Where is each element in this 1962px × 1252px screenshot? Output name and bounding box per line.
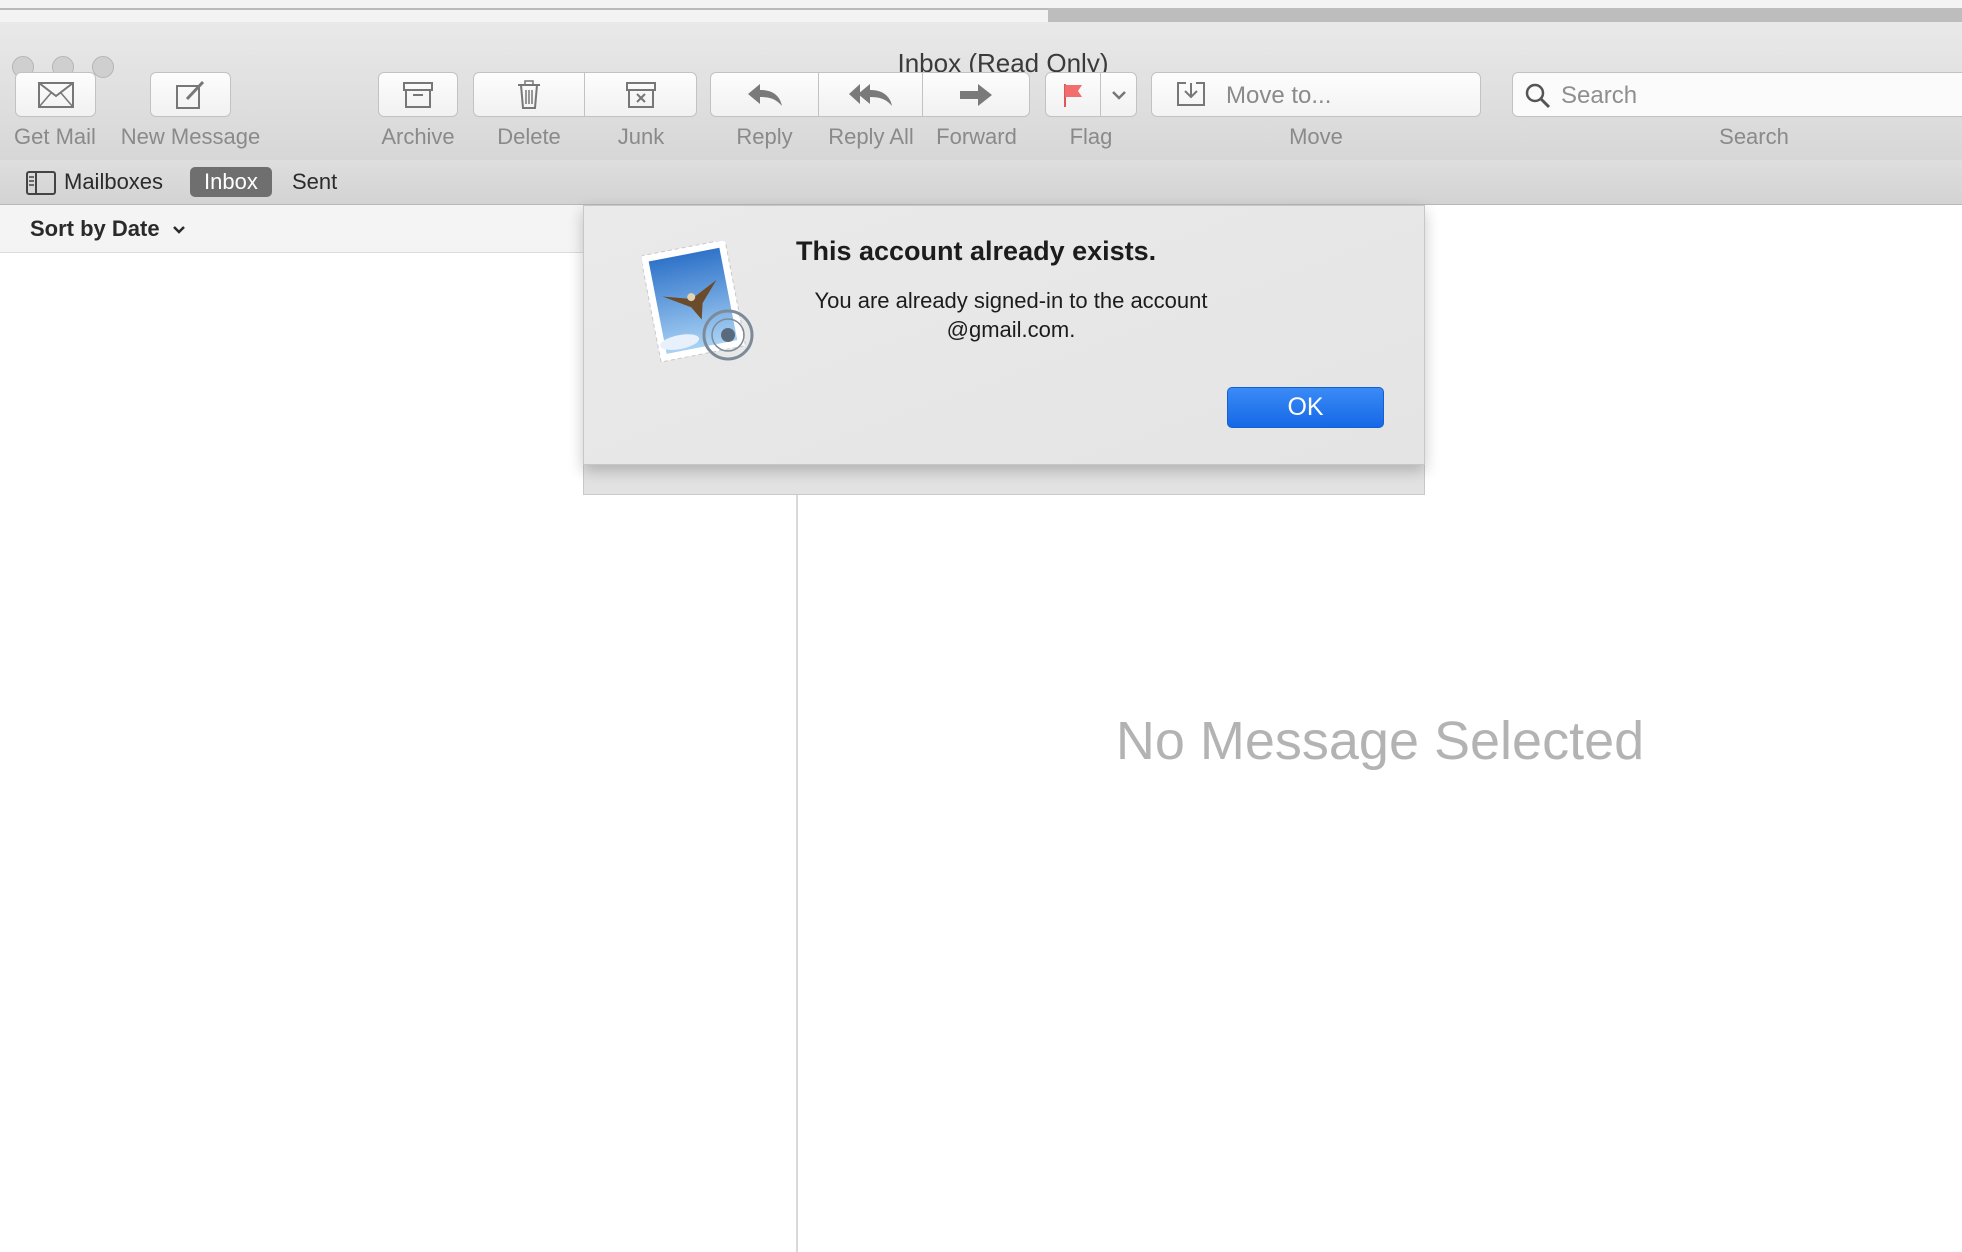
favorites-sent[interactable]: Sent xyxy=(292,167,337,197)
search-field[interactable]: Search xyxy=(1512,72,1962,117)
delete-button[interactable] xyxy=(473,72,585,117)
forward-arrow-icon xyxy=(960,83,992,106)
junk-box-icon xyxy=(625,81,656,108)
move-tray-icon xyxy=(1177,82,1205,106)
forward-button[interactable] xyxy=(923,72,1030,117)
move-label: Move xyxy=(1289,124,1343,149)
favorites-inbox[interactable]: Inbox xyxy=(190,167,272,197)
sort-by-date-button[interactable]: Sort by Date xyxy=(30,216,186,242)
delete-label: Delete xyxy=(497,124,561,149)
move-to-placeholder: Move to... xyxy=(1226,82,1332,109)
tab-background xyxy=(1048,8,1962,22)
archive-label: Archive xyxy=(381,124,455,149)
chevron-down-icon xyxy=(1111,90,1126,100)
dialog-title: This account already exists. xyxy=(796,236,1157,266)
flag-label: Flag xyxy=(1069,124,1113,149)
forward-label: Forward xyxy=(936,124,1017,149)
dialog-message: You are already signed-in to the account… xyxy=(814,288,1208,342)
reply-arrow-icon xyxy=(747,83,782,106)
search-placeholder: Search xyxy=(1561,82,1638,109)
reply-button[interactable] xyxy=(710,72,819,117)
archive-box-icon xyxy=(403,81,433,108)
favorites-bar: Mailboxes Inbox Sent xyxy=(0,160,1962,205)
trash-icon xyxy=(518,79,540,109)
junk-label: Junk xyxy=(617,124,665,149)
compose-icon xyxy=(175,80,204,109)
search-icon xyxy=(1525,83,1551,109)
top-strip xyxy=(0,0,1962,22)
flag-button[interactable] xyxy=(1045,72,1101,117)
envelope-icon xyxy=(37,81,74,108)
flag-menu-button[interactable] xyxy=(1101,72,1137,117)
reply-all-button[interactable] xyxy=(819,72,923,117)
flag-icon xyxy=(1064,83,1082,107)
reply-all-label: Reply All xyxy=(828,124,914,149)
mail-stamp-icon xyxy=(642,241,754,363)
no-message-selected: No Message Selected xyxy=(1115,711,1645,771)
get-mail-label: Get Mail xyxy=(14,124,96,149)
window-titlebar: Inbox (Read Only) Get Mail New Message A… xyxy=(0,22,1962,161)
move-to-button[interactable]: Move to... xyxy=(1151,72,1481,117)
chevron-down-icon xyxy=(172,226,185,234)
sidebar-toggle-icon[interactable] xyxy=(26,171,56,195)
sort-label: Sort by Date xyxy=(30,216,160,241)
reply-label: Reply xyxy=(736,124,793,149)
get-mail-button[interactable] xyxy=(15,72,96,117)
archive-button[interactable] xyxy=(378,72,458,117)
ok-button[interactable]: OK xyxy=(1227,387,1384,428)
junk-button[interactable] xyxy=(585,72,697,117)
favorites-mailboxes[interactable]: Mailboxes xyxy=(64,167,163,197)
tab-divider xyxy=(0,8,1048,10)
new-message-label: New Message xyxy=(120,124,261,149)
account-exists-dialog: This account already exists. You are alr… xyxy=(583,205,1425,465)
search-label: Search xyxy=(1719,124,1789,149)
new-message-button[interactable] xyxy=(150,72,231,117)
reply-all-arrow-icon xyxy=(848,83,892,106)
